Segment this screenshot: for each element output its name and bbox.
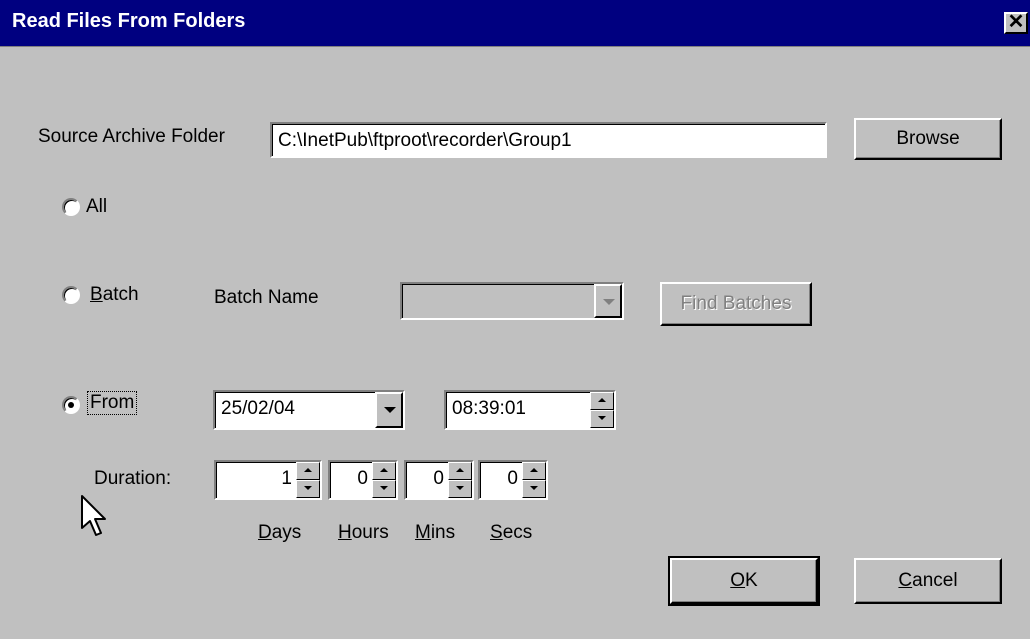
hours-spinner[interactable] xyxy=(372,462,396,498)
browse-button[interactable]: Browse xyxy=(854,118,1002,160)
batch-dropdown-button[interactable] xyxy=(594,284,622,318)
from-radio[interactable] xyxy=(62,396,80,414)
spin-up-icon[interactable] xyxy=(296,462,320,480)
secs-value: 0 xyxy=(507,468,518,489)
hours-stepper[interactable]: 0 xyxy=(328,460,398,500)
batch-name-dropdown[interactable] xyxy=(400,282,624,320)
batch-label[interactable]: Batch xyxy=(90,284,139,306)
spin-up-icon[interactable] xyxy=(522,462,546,480)
close-icon: ✕ xyxy=(1007,11,1025,33)
time-spinner[interactable] xyxy=(590,392,614,428)
source-folder-label: Source Archive Folder xyxy=(38,126,225,147)
spin-down-icon[interactable] xyxy=(296,480,320,498)
batch-name-label: Batch Name xyxy=(214,287,319,308)
duration-label: Duration: xyxy=(94,468,172,489)
radio-selected-dot xyxy=(68,402,74,408)
days-spinner[interactable] xyxy=(296,462,320,498)
days-value: 1 xyxy=(281,468,292,489)
batch-label-rest: atch xyxy=(102,284,139,305)
from-label[interactable]: From xyxy=(86,391,138,415)
all-label[interactable]: All xyxy=(86,196,107,218)
secs-mnemonic: S xyxy=(490,522,503,543)
days-stepper[interactable]: 1 xyxy=(214,460,322,500)
ok-button[interactable]: OK xyxy=(668,556,820,606)
mins-spinner[interactable] xyxy=(448,462,472,498)
source-folder-value: C:\InetPub\ftproot\recorder\Group1 xyxy=(278,130,572,151)
mins-label: Mins xyxy=(415,522,455,544)
secs-label-rest: ecs xyxy=(502,522,533,543)
days-label: Days xyxy=(258,522,301,544)
secs-stepper[interactable]: 0 xyxy=(478,460,548,500)
window-title: Read Files From Folders xyxy=(12,10,246,32)
mins-value: 0 xyxy=(433,468,444,489)
secs-spinner[interactable] xyxy=(522,462,546,498)
date-dropdown-button[interactable] xyxy=(375,392,403,428)
spin-down-icon[interactable] xyxy=(590,410,614,428)
ok-mnemonic: O xyxy=(730,570,746,591)
cancel-mnemonic: C xyxy=(898,570,913,591)
source-folder-input[interactable]: C:\InetPub\ftproot\recorder\Group1 xyxy=(270,122,827,158)
from-time-value: 08:39:01 xyxy=(452,398,526,419)
days-label-rest: ays xyxy=(271,522,302,543)
batch-label-mnemonic: B xyxy=(90,284,103,305)
mins-mnemonic: M xyxy=(415,522,431,543)
cancel-button[interactable]: Cancel xyxy=(854,558,1002,604)
days-mnemonic: D xyxy=(258,522,272,543)
cancel-label: Cancel xyxy=(898,570,957,591)
chevron-down-icon xyxy=(603,299,615,305)
title-bar[interactable]: Read Files From Folders ✕ xyxy=(0,0,1030,47)
from-date-picker[interactable]: 25/02/04 xyxy=(213,390,405,430)
mouse-cursor-icon xyxy=(81,495,106,536)
all-radio[interactable] xyxy=(62,198,80,216)
spin-up-icon[interactable] xyxy=(372,462,396,480)
batch-radio[interactable] xyxy=(62,286,80,304)
close-button[interactable]: ✕ xyxy=(1004,12,1028,34)
spin-down-icon[interactable] xyxy=(372,480,396,498)
find-batches-label: Find Batches xyxy=(680,293,792,314)
spin-down-icon[interactable] xyxy=(522,480,546,498)
from-date-value: 25/02/04 xyxy=(221,398,295,419)
secs-label: Secs xyxy=(490,522,532,544)
hours-value: 0 xyxy=(357,468,368,489)
browse-label: Browse xyxy=(896,128,960,149)
hours-mnemonic: H xyxy=(338,522,352,543)
chevron-down-icon xyxy=(384,407,396,413)
from-time-picker[interactable]: 08:39:01 xyxy=(444,390,616,430)
spin-down-icon[interactable] xyxy=(448,480,472,498)
mins-stepper[interactable]: 0 xyxy=(404,460,474,500)
find-batches-button[interactable]: Find Batches xyxy=(660,282,812,326)
spin-up-icon[interactable] xyxy=(590,392,614,410)
cancel-label-rest: ancel xyxy=(912,570,958,591)
mins-label-rest: ins xyxy=(430,522,456,543)
hours-label-rest: ours xyxy=(351,522,389,543)
ok-label: OK xyxy=(730,570,757,591)
hours-label: Hours xyxy=(338,522,389,544)
ok-label-rest: K xyxy=(745,570,758,591)
spin-up-icon[interactable] xyxy=(448,462,472,480)
